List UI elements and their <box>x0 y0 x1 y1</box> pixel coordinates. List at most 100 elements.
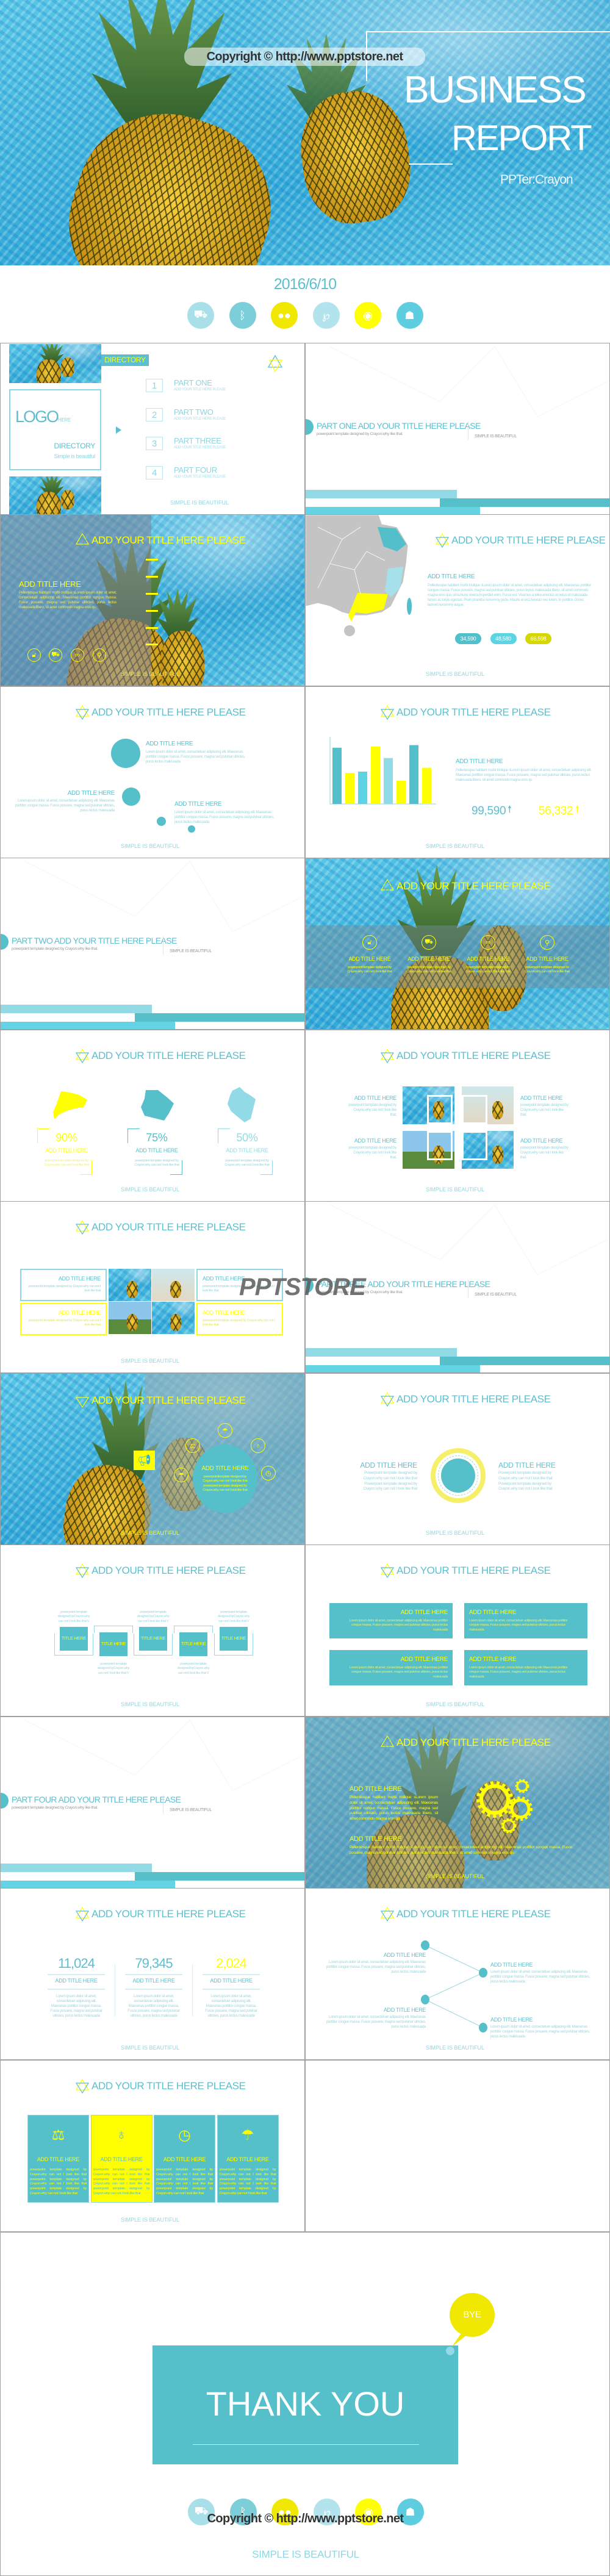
block-title: ADD TITLE HERE <box>67 790 115 797</box>
slide-footer: SIMPLE IS BEAUTIFUL <box>120 1701 180 1707</box>
chart-bar <box>371 746 380 804</box>
bubble-large <box>111 739 140 768</box>
part-title: PART TWO <box>174 407 214 417</box>
slide-title: ADD YOUR TITLE HERE PLEASE <box>76 705 246 720</box>
slide-photo-timeline: ADD YOUR TITLE HERE PLEASE ADD TITLE HER… <box>0 514 305 686</box>
star-logo-icon <box>76 1220 89 1235</box>
android-icon[interactable]: ☗ <box>396 302 423 329</box>
slide-footer: SIMPLE IS BEAUTIFUL <box>120 843 180 849</box>
block-text: Powerpoint template designed by Crayon.w… <box>498 1471 553 1491</box>
block-title: ADD TITLE HERE <box>163 2156 206 2162</box>
stat-value-1: 99,590 <box>472 805 506 817</box>
feature-column: ☂ ADD TITLE HERE powerpoint template desig… <box>217 2115 279 2203</box>
block-text: powerpoint template designed by Crayon.w… <box>219 2168 276 2196</box>
search-icon: ⚲ <box>93 648 106 662</box>
photo-frame <box>427 1095 453 1124</box>
star-logo-icon <box>76 1907 89 1921</box>
cart-icon[interactable]: ⛟ <box>187 302 214 329</box>
block-title: ADD TITLE HERE <box>383 1952 426 1958</box>
pinterest-icon[interactable]: ℘ <box>312 302 340 329</box>
feature-column: ◷ ADD TITLE HERE powerpoint template desig… <box>154 2115 215 2203</box>
cover-date: 2016/6/10 <box>273 276 337 293</box>
copyright-watermark-bottom: Copyright © http://www.pptstore.net <box>207 2512 404 2525</box>
accent-bar-3 <box>306 1365 480 1372</box>
slide-title: ADD YOUR TITLE HERE PLEASE <box>381 879 551 894</box>
star-logo-icon <box>76 1393 89 1408</box>
star-logo-icon <box>76 1049 89 1063</box>
slide-footer: SIMPLE IS BEAUTIFUL <box>425 1701 485 1707</box>
step-box[interactable]: TITLE HERE <box>139 1627 167 1651</box>
part-number[interactable]: 2 <box>146 407 163 422</box>
value-pill: 66,598 <box>525 633 551 644</box>
accent-bar-3 <box>1 1022 175 1029</box>
block-text: Lorem ipsum dolor sit amet, consectetuer… <box>469 1666 568 1679</box>
tree-node <box>479 1968 487 1978</box>
umbrella-icon: ☂ <box>241 2127 254 2144</box>
block-text: powerpoint template designed by Crayon.w… <box>28 1285 101 1293</box>
cart-icon: ⛟ <box>49 648 62 662</box>
slide-title: ADD YOUR TITLE HERE PLEASE <box>76 1220 246 1235</box>
step-label: TITLE HERE <box>221 1635 246 1641</box>
stat-value-2: 56,332 <box>539 805 573 817</box>
block-text: powerpoint template designed by Crayon.w… <box>520 1103 569 1118</box>
slide-footer: SIMPLE IS BEAUTIFUL <box>120 2217 180 2223</box>
block-text: Pellentesque habitant morbi tristique sL… <box>428 584 591 608</box>
slide-title-text: ADD YOUR TITLE HERE PLEASE <box>92 1394 246 1406</box>
bluetooth-icon[interactable]: ᛒ <box>229 302 256 329</box>
tree-node <box>421 1995 429 2004</box>
bubble-medium <box>122 788 140 806</box>
part-number[interactable]: 3 <box>146 437 163 450</box>
slide-title-text: ADD YOUR TITLE HERE PLEASE <box>396 1565 551 1576</box>
umbrella-icon: ☂ <box>174 1468 188 1482</box>
slide-title: ADD YOUR TITLE HERE PLEASE <box>381 1907 551 1921</box>
wechat-icon[interactable]: ●● <box>271 302 298 329</box>
slide-percentages: 90% ADD TITLE HERE powerpoint template des… <box>0 1030 305 1202</box>
step-box[interactable]: TITLE HERE <box>179 1632 207 1656</box>
photo-frame <box>462 1095 487 1124</box>
block-text: Pellentesque habitant morbi tristique sL… <box>350 1795 438 1821</box>
block-text: powerpoint template designed by Crayon.w… <box>203 1319 275 1327</box>
step-box[interactable]: TITLE HERE <box>99 1632 127 1656</box>
region-shape-1 <box>53 1091 87 1119</box>
slide-title: ADD YOUR TITLE HERE PLEASE <box>76 1393 246 1408</box>
star-logo-icon <box>76 1563 89 1578</box>
block-title: ADD TITLE HERE <box>58 1310 101 1316</box>
weibo-icon[interactable]: ◉ <box>354 302 381 329</box>
block-text: powerpoint template designed by Crayon.w… <box>224 1159 270 1168</box>
grid-photo <box>109 1269 151 1301</box>
block-title: ADD TITLE HERE <box>407 956 450 962</box>
block-title: ADD TITLE HERE <box>135 1147 178 1153</box>
grid-photo <box>152 1269 195 1301</box>
step-box[interactable]: TITLE HERE <box>220 1627 248 1651</box>
grid-photo <box>152 1302 195 1334</box>
star-logo-icon <box>381 1907 394 1921</box>
slide-footer: SIMPLE IS BEAUTIFUL <box>425 1530 485 1536</box>
unlock-icon: 🔓︎ <box>362 935 377 950</box>
slide-title-text: ADD YOUR TITLE HERE PLEASE <box>396 1908 551 1920</box>
grid-photo <box>403 1086 454 1124</box>
block-text: Lorem ipsum dolor sit amet, consectetuer… <box>469 1619 568 1632</box>
block-title: ADD TITLE HERE <box>469 1609 517 1616</box>
part-number[interactable]: 1 <box>146 379 163 392</box>
scale-icon: ⚖ <box>185 1438 200 1453</box>
step-text: powerpoint template designed byCrayon.wh… <box>137 1610 170 1623</box>
block-title: ADD TITLE HERE <box>203 1310 245 1316</box>
step-box[interactable]: TITLE HERE <box>60 1627 88 1651</box>
block-title: ADD TITLE HERE <box>45 1147 88 1153</box>
divider <box>48 1974 105 1975</box>
megaphone-icon: 📢︎ <box>134 1451 155 1470</box>
cover-underline <box>409 163 453 165</box>
block-text: Lorem ipsum dolor sit amet, consectetuer… <box>490 2025 590 2039</box>
step-label: TITLE HERE <box>140 1635 166 1641</box>
block-title: ADD TITLE HERE <box>226 1147 268 1153</box>
slide-title-text: ADD YOUR TITLE HERE PLEASE <box>92 1221 246 1233</box>
slide-title-text: ADD YOUR TITLE HERE PLEASE <box>396 706 551 718</box>
block-title: ADD TITLE HERE <box>520 1095 563 1101</box>
part-title: PART FOUR <box>174 465 217 475</box>
stat-value: 11,024 <box>58 1956 95 1971</box>
part-number[interactable]: 4 <box>146 465 163 479</box>
slide-title-text: ADD YOUR TITLE HERE PLEASE <box>396 1737 551 1748</box>
block-text: powerpointtemplate designed by Crayon.wh… <box>203 1475 248 1493</box>
directory-tagline: Simple is beautiful <box>54 453 96 459</box>
block-title: ADD TITLE HERE <box>19 579 81 589</box>
